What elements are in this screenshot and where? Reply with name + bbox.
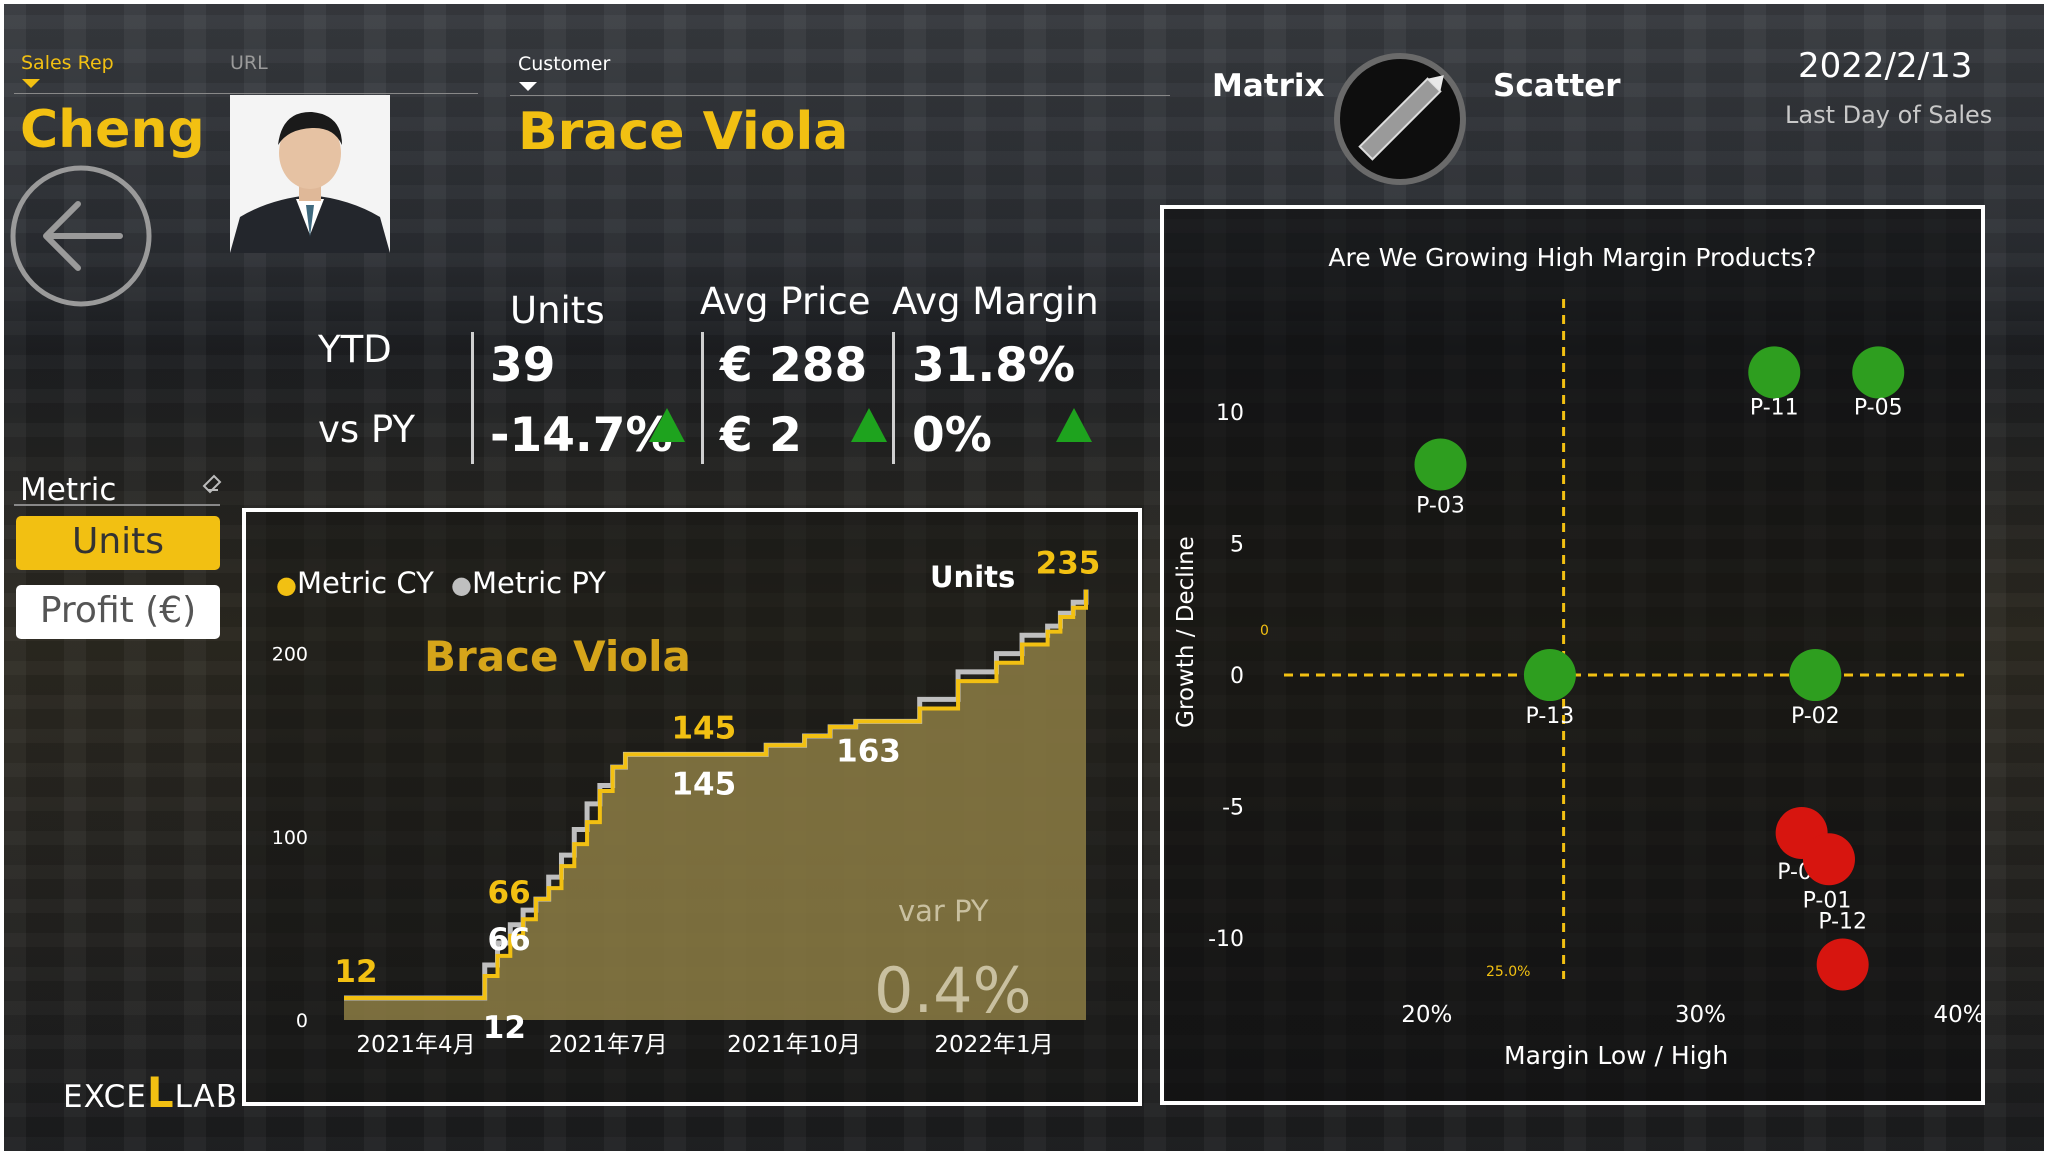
scatter-point — [1748, 346, 1801, 399]
person-photo-icon — [230, 111, 390, 253]
scatter-point — [1852, 346, 1905, 399]
data-label: 12 — [334, 954, 377, 990]
scatter-point — [1523, 649, 1576, 702]
toggle-matrix-label[interactable]: Matrix — [1212, 68, 1325, 104]
point-label: P-05 — [1854, 395, 1903, 420]
brand-text-mid: L — [146, 1068, 175, 1117]
legend-py-label: Metric PY — [471, 566, 606, 600]
point-label: P-03 — [1416, 494, 1465, 519]
metric-option-units[interactable]: Units — [16, 516, 220, 570]
toggle-knob-icon[interactable] — [1330, 50, 1470, 188]
customer-value[interactable]: Brace Viola — [518, 102, 848, 162]
point-label: P-11 — [1750, 395, 1799, 420]
point-label: P-02 — [1791, 704, 1840, 729]
var-py-value: 0.4% — [874, 954, 1032, 1027]
kpi-avgmargin-ytd: 31.8% — [912, 338, 1076, 393]
y-tick-label: -5 — [1222, 796, 1244, 821]
x-tick-label: 40% — [1933, 1002, 1981, 1028]
kpi-avgmargin-header: Avg Margin — [892, 280, 1099, 323]
line-customer-title: Brace Viola — [424, 632, 691, 681]
data-label: 235 — [1036, 545, 1101, 581]
kpi-avgprice-vspy: € 2 — [720, 408, 802, 463]
toggle-scatter-label[interactable]: Scatter — [1493, 68, 1621, 104]
scatter-point — [1414, 438, 1467, 491]
last-sales-caption: Last Day of Sales — [1785, 101, 1993, 129]
customer-dropdown-icon[interactable] — [519, 82, 537, 91]
trend-up-icon — [649, 408, 685, 442]
y-tick-label: 200 — [272, 644, 308, 666]
var-py-label: var PY — [898, 894, 989, 928]
line-chart-panel: 0 100 200 2021年4月 2021年7月 2021年10月 2022年1月 12 12… — [242, 508, 1142, 1106]
brand-text-right: LAB — [174, 1079, 239, 1115]
url-label: URL — [230, 52, 268, 74]
x-tick-label: 2022年1月 — [934, 1032, 1053, 1058]
brand-text-left: EXCE — [63, 1079, 147, 1115]
x-tick-label: 20% — [1401, 1002, 1452, 1028]
data-label: 145 — [671, 766, 736, 802]
ref-y-label: 0 — [1260, 623, 1269, 639]
x-tick-label: 2021年4月 — [356, 1032, 475, 1058]
line-legend: ●Metric CY ●Metric PY — [276, 566, 606, 600]
customer-label: Customer — [518, 53, 611, 75]
divider — [892, 332, 895, 464]
x-tick-label: 30% — [1675, 1002, 1726, 1028]
scatter-panel: Are We Growing High Margin Products? 10 5… — [1160, 205, 1985, 1105]
divider — [14, 93, 478, 94]
kpi-row-vspy-label: vs PY — [318, 408, 416, 451]
trend-up-icon — [1056, 408, 1092, 442]
metric-slicer-title: Metric — [20, 472, 117, 508]
sales-rep-value[interactable]: Cheng — [20, 100, 205, 160]
back-arrow-icon[interactable] — [8, 163, 154, 309]
kpi-avgprice-header: Avg Price — [700, 280, 871, 323]
data-label: 163 — [836, 733, 901, 769]
x-tick-label: 2021年7月 — [548, 1032, 667, 1058]
divider — [471, 332, 474, 464]
y-tick-label: 0 — [1230, 664, 1244, 689]
kpi-avgprice-ytd: € 288 — [720, 338, 868, 393]
legend-py-dot-icon: ● — [451, 571, 472, 599]
data-label: 66 — [488, 875, 531, 911]
kpi-avgmargin-vspy: 0% — [912, 408, 992, 463]
kpi-units-ytd: 39 — [490, 338, 556, 393]
point-label: P-12 — [1818, 910, 1867, 935]
point-label: P-13 — [1526, 704, 1575, 729]
x-tick-label: 2021年10月 — [727, 1032, 861, 1058]
data-label: 145 — [671, 710, 736, 746]
legend-cy-dot-icon: ● — [276, 571, 297, 599]
metric-option-profit[interactable]: Profit (€) — [16, 585, 220, 639]
scatter-ylabel: Growth / Decline — [1173, 536, 1199, 728]
scatter-chart: 10 5 0 -5 -10 20% 30% 40% P-11 P-05 P-03 P-13 P-02 P-… — [1208, 299, 1981, 1028]
divider — [14, 504, 220, 506]
divider — [510, 95, 1170, 96]
divider — [701, 332, 704, 464]
sales-rep-label: Sales Rep — [21, 52, 114, 74]
ref-x-label: 25.0% — [1486, 964, 1531, 980]
kpi-units-header: Units — [510, 289, 605, 332]
y-tick-label: 5 — [1230, 532, 1244, 557]
y-tick-label: 100 — [272, 827, 308, 849]
y-tick-label: -10 — [1208, 927, 1244, 952]
scatter-point — [1802, 833, 1855, 886]
y-tick-label: 10 — [1216, 401, 1244, 426]
scatter-xlabel: Margin Low / High — [1504, 1041, 1729, 1070]
brand-logo: EXCELLAB — [63, 1068, 238, 1117]
y-tick-label: 0 — [296, 1010, 308, 1032]
sales-rep-dropdown-icon[interactable] — [22, 79, 40, 88]
kpi-row-ytd-label: YTD — [318, 328, 392, 371]
line-metric-title: Units — [930, 560, 1016, 594]
data-label: 66 — [488, 922, 531, 958]
kpi-units-vspy: -14.7% — [490, 408, 673, 463]
last-sales-date: 2022/2/13 — [1798, 46, 1973, 86]
avatar — [230, 95, 390, 253]
data-label: 12 — [483, 1010, 526, 1046]
scatter-point — [1789, 649, 1842, 702]
trend-up-icon — [851, 408, 887, 442]
legend-cy-label: Metric CY — [296, 566, 434, 600]
eraser-icon[interactable] — [200, 470, 224, 494]
scatter-point — [1816, 938, 1869, 991]
